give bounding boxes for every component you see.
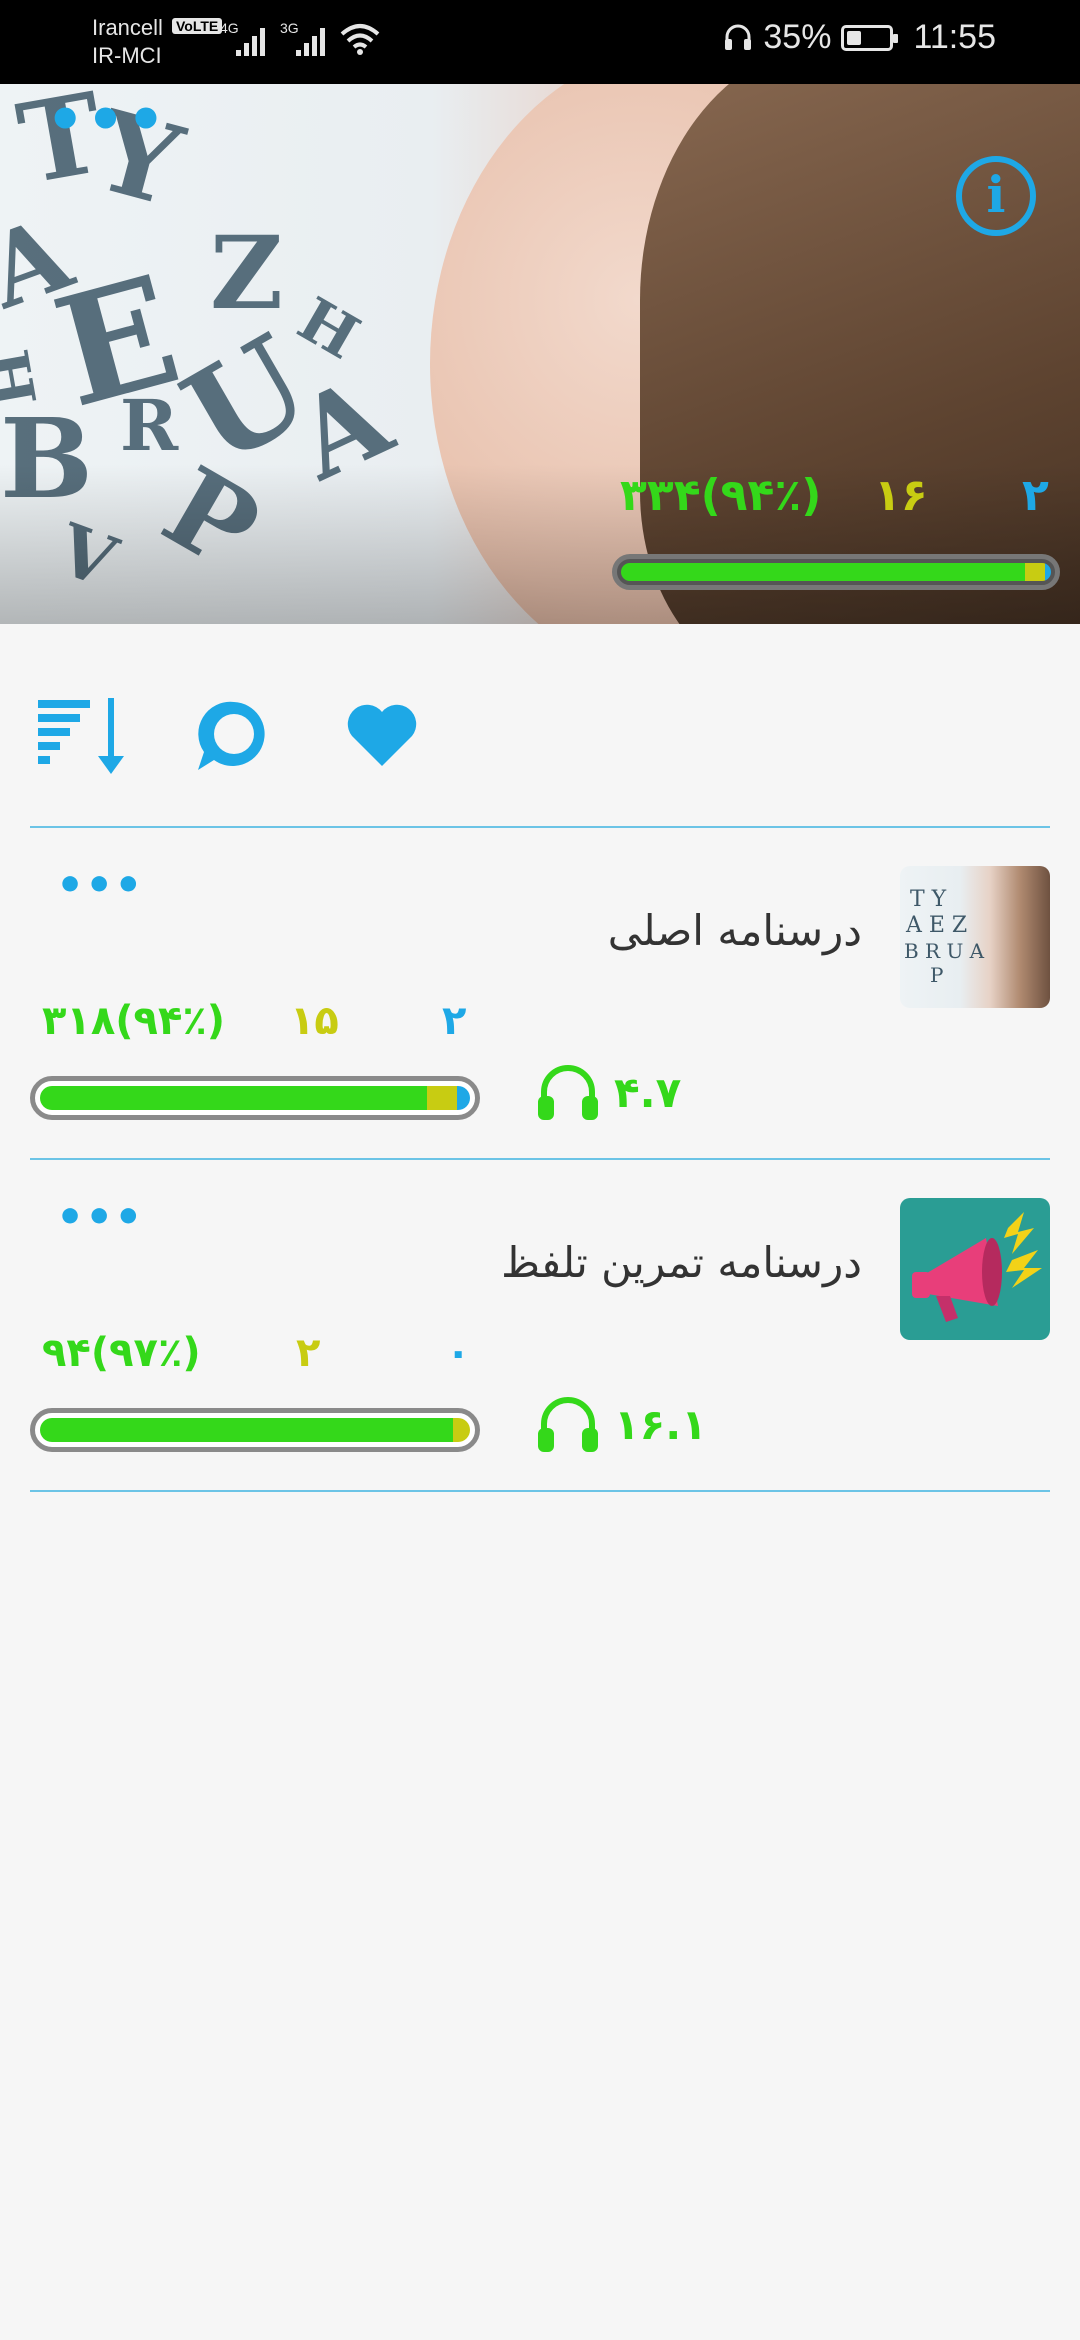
lesson-stat-correct: ۹۴(۹۷٪): [42, 1330, 201, 1376]
lesson-title: درسنامه اصلی: [607, 906, 862, 955]
carrier-2: IR-MCI: [92, 43, 162, 68]
lesson-thumbnail: [900, 1198, 1050, 1340]
lesson-more-button[interactable]: •••: [56, 864, 143, 908]
hero-stat-wrong: ۲: [1022, 470, 1049, 521]
lesson-title: درسنامه تمرین تلفظ: [501, 1238, 862, 1287]
hero-stat-correct: ۳۳۴(۹۴٪): [620, 470, 822, 521]
wifi-icon: [340, 24, 380, 55]
chat-bubble-icon[interactable]: [194, 696, 274, 776]
megaphone-icon: [912, 1212, 1042, 1322]
lesson-progress-bar: [30, 1408, 480, 1452]
lesson-stat-wrong: ۲: [442, 998, 467, 1044]
info-button[interactable]: i: [956, 156, 1036, 236]
volte-badge: VoLTE: [172, 18, 223, 34]
lesson-progress-blue: [457, 1086, 470, 1110]
battery-percent: 35%: [763, 18, 832, 56]
headset-status-icon: [725, 24, 752, 50]
listen-value: ۱۶.۱: [614, 1399, 707, 1449]
hero-progress-blue: [1044, 563, 1051, 581]
thumbnail-letters: T Y A E Z B R U A P: [904, 887, 985, 987]
svg-text:P: P: [930, 963, 943, 987]
headphones-icon: [538, 1065, 598, 1120]
letter-r: R: [120, 384, 179, 467]
signal-icon-2: [296, 28, 325, 56]
status-bar: Irancell IR-MCI VoLTE 4G 3G 35% 11:55: [0, 0, 1080, 84]
signal-icon: [236, 28, 265, 56]
listen-stat: ۱۶.۱: [536, 1394, 707, 1454]
lesson-progress-green: [40, 1086, 427, 1110]
divider: [30, 1490, 1050, 1492]
clock: 11:55: [913, 18, 996, 56]
status-right: 35% 11:55: [723, 18, 996, 57]
lesson-row[interactable]: ••• درسنامه تمرین تلفظ ۹۴(۹۷٪) ۲ ۰ ۱۶.۱: [0, 1196, 1080, 1528]
lesson-stat-wrong: ۰: [446, 1330, 471, 1376]
lesson-row[interactable]: ••• درسنامه اصلی T Y A E Z B R U A P ۳۱۸…: [0, 864, 1080, 1196]
hero-more-button[interactable]: •••: [46, 90, 167, 150]
headphones-icon: [538, 1397, 598, 1452]
heart-icon[interactable]: [346, 702, 418, 768]
sort-descending-icon[interactable]: [34, 696, 130, 778]
hero-progress-yellow: [1025, 563, 1045, 581]
divider: [30, 826, 1050, 828]
lesson-progress-green: [40, 1418, 453, 1442]
lesson-thumbnail: T Y A E Z B R U A P: [900, 866, 1050, 1008]
toolbar: [0, 680, 1080, 790]
svg-text:A E Z: A E Z: [905, 913, 967, 938]
divider: [30, 1158, 1050, 1160]
carrier-names: Irancell IR-MCI: [92, 14, 163, 70]
hero-progress-bar: [612, 554, 1060, 590]
battery-icon: [841, 24, 899, 51]
svg-text:T Y: T Y: [910, 887, 947, 912]
lesson-stat-partial: ۲: [296, 1330, 321, 1376]
lesson-stat-partial: ۱۵: [290, 998, 339, 1044]
hero-progress-green: [621, 563, 1026, 581]
listen-value: ۴.۷: [614, 1067, 682, 1117]
svg-text:B R U A: B R U A: [904, 939, 985, 963]
hero-banner: T Y A E Z H H B R U A P V: [0, 84, 1080, 624]
lesson-progress-yellow: [452, 1418, 470, 1442]
lesson-more-button[interactable]: •••: [56, 1196, 143, 1240]
carrier-1: Irancell: [92, 15, 163, 40]
listen-stat: ۴.۷: [536, 1062, 681, 1122]
hero-stat-partial: ۱۶: [874, 470, 928, 521]
lesson-progress-yellow: [427, 1086, 458, 1110]
lesson-progress-bar: [30, 1076, 480, 1120]
lesson-stat-correct: ۳۱۸(۹۴٪): [42, 998, 226, 1044]
